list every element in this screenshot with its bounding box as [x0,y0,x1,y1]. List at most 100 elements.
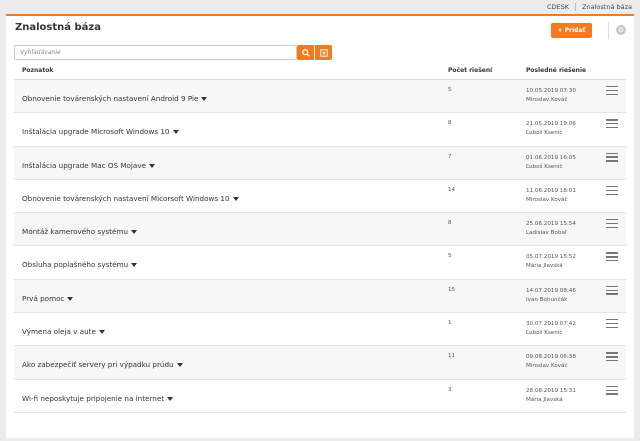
row-title[interactable]: Obsluha poplašného systému [22,260,138,269]
search-icon [301,48,310,57]
row-title-text[interactable]: Obnovenie továrenských nastavení Android… [22,94,198,103]
row-title[interactable]: Montáž kamerového systému [22,227,137,236]
row-user: Ivan Bohunčák [526,296,568,303]
table-row[interactable]: Výmena oleja v aute 1 30.07.2019 07:42 Ľubo… [14,313,626,347]
row-title[interactable]: Prvá pomoc [22,294,74,303]
divider [608,22,609,39]
row-title[interactable]: Inštalácia upgrade Mac OS Mojave [22,161,156,170]
row-title-text[interactable]: Obnovenie továrenských nastavení Micorso… [22,194,230,203]
caret-down-icon[interactable] [67,296,74,301]
hamburger-icon[interactable] [606,119,618,129]
row-date: 21.05.2019 19:06 [526,121,576,128]
hamburger-icon[interactable] [606,352,618,362]
table-row[interactable]: Montáž kamerového systému 8 25.06.2019 15:… [14,213,626,247]
breadcrumb: CDESK Znalostná báza [547,3,632,11]
row-title-text[interactable]: Ako zabezpečiť servery pri výpadku prúdu [22,360,174,369]
row-count: 8 [448,120,452,127]
table-row[interactable]: Inštalácia upgrade Mac OS Mojave 7 01.06.2… [14,146,626,180]
hamburger-icon[interactable] [606,252,618,262]
filter-button[interactable] [315,45,332,60]
row-user: Miroslav Kováč [526,363,568,370]
row-count: 8 [448,220,452,227]
column-header-name[interactable]: Poznatok [22,67,53,74]
row-count: 5 [448,87,452,93]
search-button[interactable] [297,45,314,60]
table-row[interactable]: Obsluha poplašného systému 5 05.07.2019 15… [14,246,626,280]
caret-down-icon[interactable] [131,263,138,268]
table-row[interactable]: Ako zabezpečiť servery pri výpadku prúdu… [14,346,626,380]
row-user: Ladislav Bobaľ [526,230,567,237]
row-title-text[interactable]: Montáž kamerového systému [22,227,128,236]
row-title-text[interactable]: Inštalácia upgrade Microsoft Windows 10 [22,127,170,136]
row-date: 09.08.2019 06:38 [526,354,576,361]
row-title-text[interactable]: Inštalácia upgrade Mac OS Mojave [22,161,146,170]
table-row[interactable]: Inštalácia upgrade Microsoft Windows 10 8… [14,113,626,147]
hamburger-icon[interactable] [606,219,618,229]
row-title[interactable]: Výmena oleja v aute [22,327,105,336]
table-body: Obnovenie továrenských nastavení Android… [14,80,626,413]
column-header-count[interactable]: Počet riešení [448,67,492,74]
hamburger-icon[interactable] [606,152,618,162]
row-title-text[interactable]: Wi-fi neposkytuje pripojenie na internet [22,394,164,403]
row-title[interactable]: Obnovenie továrenských nastavení Android… [22,94,208,103]
table-header: Poznatok Počet riešení Posledné riešenie [6,67,634,79]
table-row[interactable]: Prvá pomoc 15 14.07.2019 08:46 Ivan Bohunčá… [14,279,626,314]
search-input[interactable] [14,45,297,60]
row-user: Ľuboš Ksenič [526,130,563,137]
add-button[interactable]: + Pridať [551,23,592,38]
plus-square-icon [319,48,328,57]
row-user: Mária Jlavská [526,396,563,403]
row-count: 1 [448,320,452,327]
row-count: 11 [448,353,456,360]
table-row[interactable]: Wi-fi neposkytuje pripojenie na internet… [14,380,626,413]
column-header-last[interactable]: Posledné riešenie [526,67,586,74]
row-date: 01.06.2019 16:05 [526,154,576,161]
row-title-text[interactable]: Obsluha poplašného systému [22,260,128,269]
row-count: 14 [448,186,456,193]
page-title: Znalostná báza [15,22,101,33]
row-count: 5 [448,253,452,260]
row-date: 30.07.2019 07:42 [526,321,576,328]
row-date: 14.07.2019 08:46 [526,287,576,294]
hamburger-icon[interactable] [606,319,618,329]
row-title[interactable]: Wi-fi neposkytuje pripojenie na internet [22,394,174,403]
row-title-text[interactable]: Prvá pomoc [22,294,64,303]
caret-down-icon[interactable] [201,97,208,101]
caret-down-icon[interactable] [232,196,239,201]
row-title-text[interactable]: Výmena oleja v aute [22,327,96,336]
hamburger-icon[interactable] [606,185,618,195]
hamburger-icon[interactable] [606,86,618,95]
top-bar: CDESK Znalostná báza [0,0,640,14]
row-title[interactable]: Ako zabezpečiť servery pri výpadku prúdu [22,360,183,369]
row-user: Ľuboš Ksenič [526,330,563,337]
caret-down-icon[interactable] [98,330,105,335]
row-user: Mária Jlavská [526,263,563,270]
caret-down-icon[interactable] [149,163,156,168]
caret-down-icon[interactable] [176,363,183,368]
row-count: 15 [448,286,456,293]
row-date: 25.06.2019 15:54 [526,221,576,228]
table-row[interactable]: Obnovenie továrenských nastavení Android… [14,80,626,114]
caret-down-icon[interactable] [172,130,179,135]
caret-down-icon[interactable] [167,396,174,401]
row-date: 11.06.2019 18:01 [526,187,576,194]
row-date: 05.07.2019 15:52 [526,254,576,261]
row-date: 28.08.2019 15:31 [526,387,576,394]
row-count: 7 [448,153,452,160]
caret-down-icon[interactable] [130,230,137,235]
row-title[interactable]: Obnovenie továrenských nastavení Micorso… [22,194,239,203]
hamburger-icon[interactable] [606,285,618,295]
breadcrumb-current: Znalostná báza [582,3,632,11]
breadcrumb-root[interactable]: CDESK [547,3,569,11]
row-count: 3 [448,386,452,393]
row-user: Miroslav Kováč [526,196,568,203]
hamburger-icon[interactable] [606,385,618,395]
row-user: Miroslav Kováč [526,97,568,103]
main-panel: Znalostná báza + Pridať ⚙ Poznatok Počet… [6,14,634,438]
table-row[interactable]: Obnovenie továrenských nastavení Micorso… [14,180,626,214]
breadcrumb-separator [575,3,577,11]
row-user: Ľuboš Ksenič [526,163,563,170]
row-date: 10.05.2019 07:30 [526,88,576,94]
row-title[interactable]: Inštalácia upgrade Microsoft Windows 10 [22,127,179,136]
gear-icon[interactable]: ⚙ [616,25,626,35]
